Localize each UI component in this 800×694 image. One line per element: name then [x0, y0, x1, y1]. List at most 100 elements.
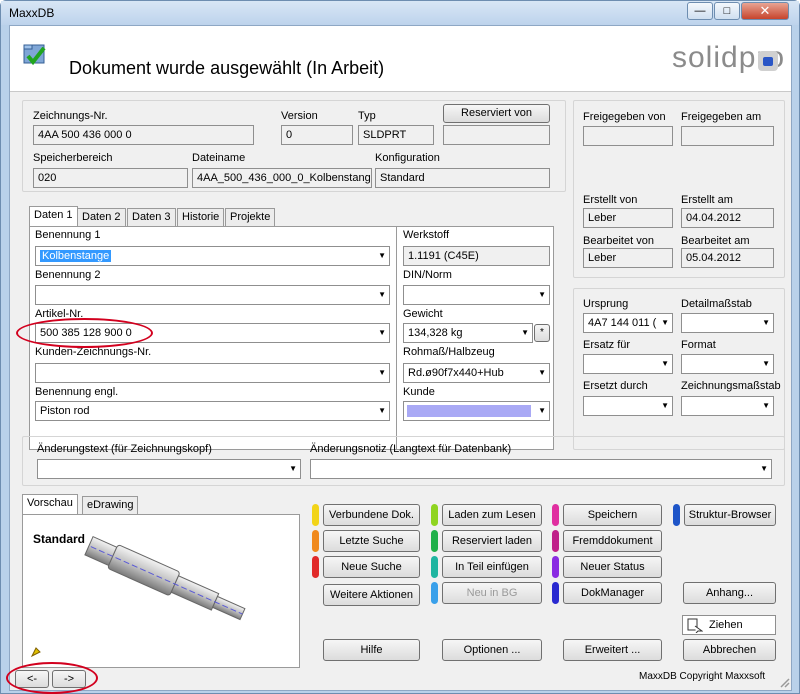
freigegeben-von-field[interactable]	[583, 126, 673, 146]
reserviert-laden-button[interactable]: Reserviert laden	[442, 530, 542, 552]
minimize-button[interactable]: —	[687, 2, 713, 20]
benennung1-combo[interactable]: Kolbenstange ▼	[35, 246, 390, 266]
detailmass-combo[interactable]: ▼	[681, 313, 774, 333]
speicherbereich-field[interactable]: 020	[33, 168, 188, 188]
zeichnungsmass-combo[interactable]: ▼	[681, 396, 774, 416]
laden-zum-lesen-button[interactable]: Laden zum Lesen	[442, 504, 542, 526]
title-bar[interactable]: MaxxDB — □ ✕	[1, 1, 799, 25]
benennung2-combo[interactable]: ▼	[35, 285, 390, 305]
tab-daten-1[interactable]: Daten 1	[29, 206, 78, 226]
typ-label: Typ	[358, 110, 376, 122]
chevron-down-icon[interactable]: ▼	[661, 355, 669, 373]
speicherbereich-label: Speicherbereich	[33, 152, 113, 164]
ersetzt-durch-combo[interactable]: ▼	[583, 396, 673, 416]
in-teil-einfuegen-button[interactable]: In Teil einfügen	[442, 556, 542, 578]
format-combo[interactable]: ▼	[681, 354, 774, 374]
rohmass-combo[interactable]: Rd.ø90f7x440+Hub ▼	[403, 363, 550, 383]
status-pill-lime	[431, 504, 438, 526]
letzte-suche-button[interactable]: Letzte Suche	[323, 530, 420, 552]
detailmass-label: Detailmaßstab	[681, 298, 752, 310]
resize-grip-icon[interactable]	[778, 676, 790, 688]
ersatz-fuer-combo[interactable]: ▼	[583, 354, 673, 374]
client-area: Dokument wurde ausgewählt (In Arbeit) so…	[6, 25, 792, 694]
bearbeitet-von-label: Bearbeitet von	[583, 235, 654, 247]
gewicht-combo[interactable]: 134,328 kg ▼	[403, 323, 533, 343]
bearbeitet-am-field[interactable]: 05.04.2012	[681, 248, 774, 268]
chevron-down-icon[interactable]: ▼	[538, 364, 546, 382]
neuer-status-button[interactable]: Neuer Status	[563, 556, 662, 578]
fremddokument-button[interactable]: Fremddokument	[563, 530, 662, 552]
anhang-button[interactable]: Anhang...	[683, 582, 776, 604]
kunde-color-swatch	[407, 405, 531, 417]
speichern-button[interactable]: Speichern	[563, 504, 662, 526]
chevron-down-icon[interactable]: ▼	[661, 397, 669, 415]
aenderungstext-combo[interactable]: ▼	[37, 459, 301, 479]
reserviert-von-field[interactable]	[443, 125, 550, 145]
din-combo[interactable]: ▼	[403, 285, 550, 305]
benennung1-label: Benennung 1	[35, 229, 101, 241]
werkstoff-field[interactable]: 1.1191 (C45E)	[403, 246, 550, 266]
aenderungstext-label: Änderungstext (für Zeichnungskopf)	[37, 443, 212, 455]
abbrechen-button[interactable]: Abbrechen	[683, 639, 776, 661]
chevron-down-icon[interactable]: ▼	[378, 402, 386, 420]
neue-suche-button[interactable]: Neue Suche	[323, 556, 420, 578]
chevron-down-icon[interactable]: ▼	[762, 314, 770, 332]
bearbeitet-am-label: Bearbeitet am	[681, 235, 750, 247]
tab-edrawing[interactable]: eDrawing	[82, 496, 139, 514]
optionen-button[interactable]: Optionen ...	[442, 639, 542, 661]
reserviert-von-button[interactable]: Reserviert von	[443, 104, 550, 123]
benennung-engl-combo[interactable]: Piston rod ▼	[35, 401, 390, 421]
typ-field[interactable]: SLDPRT	[358, 125, 434, 145]
ziehen-drag-box[interactable]: Ziehen	[682, 615, 776, 635]
chevron-down-icon[interactable]: ▼	[538, 402, 546, 420]
struktur-browser-button[interactable]: Struktur-Browser	[684, 504, 776, 526]
konfiguration-field[interactable]: Standard	[375, 168, 550, 188]
kunde-label: Kunde	[403, 386, 435, 398]
tab-historie[interactable]: Historie	[177, 208, 225, 226]
freigegeben-am-field[interactable]	[681, 126, 774, 146]
hilfe-button[interactable]: Hilfe	[323, 639, 420, 661]
chevron-down-icon[interactable]: ▼	[661, 314, 669, 332]
bearbeitet-von-field[interactable]: Leber	[583, 248, 673, 268]
aenderungsnotiz-label: Änderungsnotiz (Langtext für Datenbank)	[310, 443, 512, 455]
aenderungsnotiz-combo[interactable]: ▼	[310, 459, 772, 479]
status-pill-teal	[431, 556, 438, 578]
chevron-down-icon[interactable]: ▼	[289, 460, 297, 478]
erstellt-von-field[interactable]: Leber	[583, 208, 673, 228]
tab-daten-3[interactable]: Daten 3	[127, 208, 176, 226]
dateiname-field[interactable]: 4AA_500_436_000_0_Kolbenstange	[192, 168, 372, 188]
tab-daten-2[interactable]: Daten 2	[77, 208, 126, 226]
kundenzeichnungsnr-combo[interactable]: ▼	[35, 363, 390, 383]
chevron-down-icon[interactable]: ▼	[762, 355, 770, 373]
chevron-down-icon[interactable]: ▼	[378, 247, 386, 265]
benennung-engl-value: Piston rod	[40, 405, 90, 417]
verbundene-dok-button[interactable]: Verbundene Dok.	[323, 504, 420, 526]
header-panel: Dokument wurde ausgewählt (In Arbeit) so…	[10, 26, 791, 92]
tab-projekte[interactable]: Projekte	[225, 208, 276, 226]
gewicht-recalc-button[interactable]: *	[534, 324, 550, 342]
chevron-down-icon[interactable]: ▼	[762, 397, 770, 415]
ursprung-combo[interactable]: 4A7 144 011 (▼	[583, 313, 673, 333]
maximize-button[interactable]: □	[714, 2, 740, 20]
pin-icon	[30, 647, 41, 658]
version-field[interactable]: 0	[281, 125, 353, 145]
rohmass-label: Rohmaß/Halbzeug	[403, 346, 495, 358]
kunde-combo[interactable]: ▼	[403, 401, 550, 421]
tab-vorschau[interactable]: Vorschau	[22, 494, 78, 514]
chevron-down-icon[interactable]: ▼	[378, 324, 386, 342]
chevron-down-icon[interactable]: ▼	[378, 364, 386, 382]
chevron-down-icon[interactable]: ▼	[538, 286, 546, 304]
chevron-down-icon[interactable]: ▼	[760, 460, 768, 478]
neu-in-bg-button[interactable]: Neu in BG	[442, 582, 542, 604]
version-label: Version	[281, 110, 318, 122]
weitere-aktionen-button[interactable]: Weitere Aktionen	[323, 584, 420, 606]
zeichnungsnr-label: Zeichnungs-Nr.	[33, 110, 108, 122]
dokmanager-button[interactable]: DokManager	[563, 582, 662, 604]
erstellt-am-field[interactable]: 04.04.2012	[681, 208, 774, 228]
zeichnungsnr-field[interactable]: 4AA 500 436 000 0	[33, 125, 254, 145]
erweitert-button[interactable]: Erweitert ...	[563, 639, 662, 661]
main-window: MaxxDB — □ ✕ Dokument wurde ausgewählt (…	[0, 0, 800, 694]
chevron-down-icon[interactable]: ▼	[521, 324, 529, 342]
chevron-down-icon[interactable]: ▼	[378, 286, 386, 304]
close-button[interactable]: ✕	[741, 2, 789, 20]
